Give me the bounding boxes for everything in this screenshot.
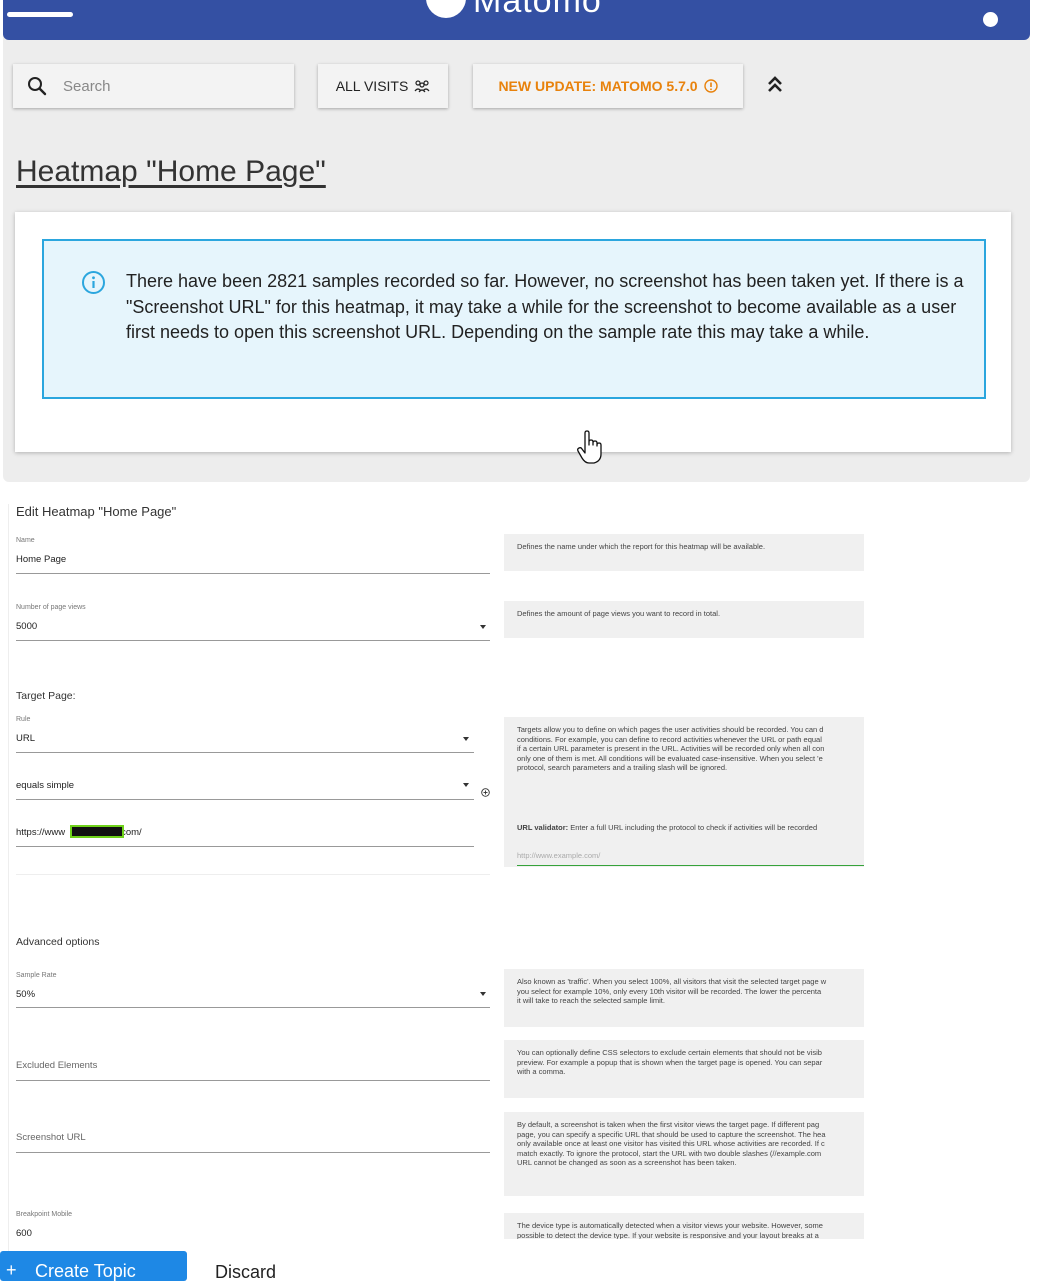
- segment-users-icon: [414, 80, 430, 93]
- target-help-line: if a certain URL parameter is present in…: [517, 744, 825, 754]
- breakpoint-mobile-input[interactable]: 600: [16, 1228, 32, 1239]
- screenshot-help-line: page, you can specify a specific URL tha…: [517, 1129, 826, 1139]
- screenshot-help-line: By default, a screenshot is taken when t…: [517, 1120, 820, 1129]
- breakpoint-mobile-label: Breakpoint Mobile: [16, 1211, 73, 1218]
- match-type-select[interactable]: equals simple: [16, 780, 74, 791]
- excluded-elements-help: You can optionally define CSS selectors …: [504, 1040, 864, 1098]
- notification-card: There have been 2821 samples recorded so…: [15, 212, 1011, 452]
- target-help-line: protocol, search parameters and a traili…: [517, 763, 728, 773]
- excluded-elements-input[interactable]: Excluded Elements: [16, 1060, 97, 1071]
- sample-rate-help-line: Also known as 'traffic'. When you select…: [517, 977, 827, 986]
- form-left-border: [8, 504, 9, 1274]
- info-icon: [82, 271, 105, 294]
- target-help-line: only one of them is met. All conditions …: [517, 753, 823, 763]
- search-input[interactable]: Search: [13, 64, 294, 108]
- screenshot-help-line: match exactly. To ignore the protocol, s…: [517, 1148, 822, 1158]
- target-url-underline: [16, 846, 474, 847]
- search-icon: [28, 77, 47, 96]
- match-type-dropdown-icon[interactable]: [463, 783, 469, 787]
- notice-text: There have been 2821 samples recorded so…: [126, 271, 964, 342]
- form-title: Edit Heatmap "Home Page": [16, 504, 177, 519]
- screenshot-help-line: only available once at least one visitor…: [517, 1139, 825, 1149]
- all-visits-button[interactable]: ALL VISITS: [318, 64, 448, 108]
- excluded-help-line: preview. For example a popup that is sho…: [517, 1057, 823, 1067]
- rule-underline: [16, 752, 474, 753]
- sample-rate-underline: [16, 1007, 490, 1008]
- all-visits-label: ALL VISITS: [335, 78, 409, 94]
- url-validator-label: URL validator:: [517, 823, 569, 832]
- user-avatar-icon[interactable]: [983, 12, 998, 27]
- match-type-underline: [16, 799, 474, 800]
- target-page-heading: Target Page:: [16, 690, 76, 702]
- name-field[interactable]: Home Page: [16, 554, 66, 565]
- target-url-prefix: https://www: [16, 827, 66, 838]
- rule-field-label: Rule: [16, 716, 31, 723]
- breakpoint-help-line: possible to detect the device type. If y…: [517, 1230, 819, 1239]
- url-validator-input[interactable]: http://www.example.com/: [517, 851, 600, 861]
- edit-heatmap-form: Edit Heatmap "Home Page" Name Home Page …: [0, 482, 1049, 1274]
- new-update-label: NEW UPDATE: MATOMO 5.7.0: [498, 78, 698, 94]
- screenshot-url-underline: [16, 1152, 490, 1153]
- rule-select[interactable]: URL: [16, 733, 35, 744]
- excluded-help-line: You can optionally define CSS selectors …: [517, 1048, 822, 1057]
- pageviews-underline: [16, 640, 490, 641]
- excluded-help-line: with a comma.: [517, 1067, 566, 1077]
- info-notification: There have been 2821 samples recorded so…: [42, 239, 986, 399]
- pageviews-field-label: Number of page views: [16, 604, 86, 611]
- collapse-chevrons-icon[interactable]: [763, 72, 787, 96]
- top-navigation-bar: Matomo: [3, 0, 1030, 40]
- pageviews-help: Defines the amount of page views you wan…: [504, 601, 864, 638]
- pageviews-select[interactable]: 5000: [16, 621, 37, 632]
- create-topic-label: Create Topic: [35, 1261, 136, 1281]
- matomo-app-frame: Matomo Search ALL VISITS NEW UPDATE: MAT…: [3, 0, 1030, 482]
- pageviews-dropdown-icon[interactable]: [480, 625, 486, 629]
- screenshot-url-help: By default, a screenshot is taken when t…: [504, 1112, 864, 1196]
- plus-icon: +: [6, 1260, 17, 1280]
- new-update-button[interactable]: NEW UPDATE: MATOMO 5.7.0: [473, 64, 743, 108]
- sample-rate-help-line: it will take to reach the selected sampl…: [517, 996, 665, 1006]
- target-help: Targets allow you to define on which pag…: [504, 717, 864, 867]
- discard-button[interactable]: Discard: [215, 1262, 276, 1283]
- screenshot-url-input[interactable]: Screenshot URL: [16, 1132, 86, 1143]
- page-title[interactable]: Heatmap "Home Page": [16, 155, 326, 189]
- matomo-logo-text[interactable]: Matomo: [473, 0, 602, 21]
- name-help-text: Defines the name under which the report …: [517, 542, 766, 551]
- redacted-domain: [70, 825, 124, 838]
- breakpoint-help-line: The device type is automatically detecte…: [517, 1221, 823, 1230]
- advanced-options-heading: Advanced options: [16, 936, 100, 948]
- url-validator-text: URL validator: Enter a full URL includin…: [517, 823, 817, 833]
- excluded-elements-underline: [16, 1080, 490, 1081]
- target-help-line: conditions. For example, you can define …: [517, 734, 822, 744]
- target-url-suffix: com/: [121, 827, 142, 838]
- name-help: Defines the name under which the report …: [504, 534, 864, 571]
- rule-dropdown-icon[interactable]: [463, 737, 469, 741]
- sample-rate-select[interactable]: 50%: [16, 989, 35, 1000]
- add-condition-icon[interactable]: [481, 788, 490, 797]
- name-field-label: Name: [16, 537, 35, 544]
- screenshot-help-line: URL cannot be changed as soon as a scree…: [517, 1158, 737, 1168]
- matomo-logo-icon[interactable]: [426, 0, 466, 18]
- target-help-line: Targets allow you to define on which pag…: [517, 725, 824, 734]
- breakpoint-mobile-help: The device type is automatically detecte…: [504, 1213, 864, 1239]
- url-validator-underline: [517, 865, 864, 866]
- create-topic-button[interactable]: + Create Topic: [0, 1251, 187, 1281]
- pageviews-help-text: Defines the amount of page views you wan…: [517, 609, 721, 618]
- url-validator-description: Enter a full URL including the protocol …: [570, 823, 818, 832]
- menu-toggle[interactable]: [7, 12, 73, 17]
- alert-circle-icon: [703, 79, 718, 93]
- name-field-underline: [16, 573, 490, 574]
- section-divider: [16, 874, 490, 875]
- sample-rate-help-line: you select for example 10%, only every 1…: [517, 986, 822, 996]
- sample-rate-help: Also known as 'traffic'. When you select…: [504, 969, 864, 1027]
- sample-rate-label: Sample Rate: [16, 972, 57, 979]
- hand-cursor-icon: [577, 430, 602, 464]
- search-placeholder: Search: [63, 78, 111, 95]
- sample-rate-dropdown-icon[interactable]: [480, 992, 486, 996]
